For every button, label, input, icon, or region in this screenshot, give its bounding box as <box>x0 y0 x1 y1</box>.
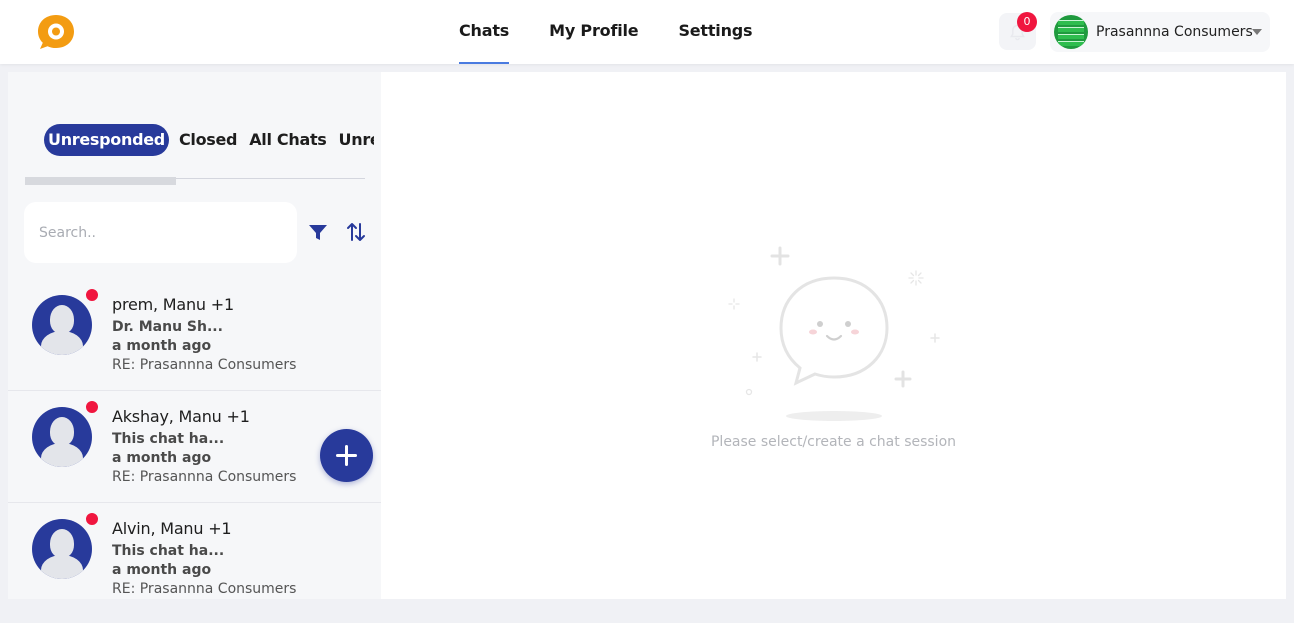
chat-subject: RE: Prasannna Consumers <box>112 469 297 485</box>
avatar <box>32 407 92 467</box>
tab-unresponded[interactable]: Unresponded <box>44 124 169 156</box>
chat-time: a month ago <box>112 562 212 578</box>
app-logo-icon[interactable] <box>36 13 76 51</box>
chat-list-item[interactable]: Alvin, Manu +1 This chat ha... a month a… <box>8 503 381 599</box>
nav-my-profile[interactable]: My Profile <box>549 0 639 64</box>
top-navigation-bar: Chats My Profile Settings 0 Prasannna Co… <box>0 0 1294 64</box>
new-chat-button[interactable] <box>320 429 373 482</box>
chat-filter-tabs: Unresponded Closed All Chats Unread <box>44 124 374 158</box>
chat-participants: prem, Manu +1 <box>112 295 234 314</box>
tab-unread[interactable]: Unread <box>339 124 374 156</box>
tabs-scrollbar[interactable] <box>25 177 176 185</box>
avatar <box>32 519 92 579</box>
unread-indicator <box>85 400 99 414</box>
chat-list-item[interactable]: prem, Manu +1 Dr. Manu Sh... a month ago… <box>8 279 381 391</box>
account-avatar <box>1054 15 1088 49</box>
chat-participants: Akshay, Manu +1 <box>112 407 250 426</box>
tab-closed[interactable]: Closed <box>179 124 238 156</box>
chat-subject: RE: Prasannna Consumers <box>112 581 297 597</box>
chat-time: a month ago <box>112 450 212 466</box>
unread-indicator <box>85 288 99 302</box>
filter-icon[interactable] <box>307 221 329 243</box>
sort-icon[interactable] <box>344 220 368 244</box>
notification-count-badge: 0 <box>1017 12 1037 32</box>
chat-preview: This chat ha... <box>112 543 225 559</box>
empty-chat-illustration <box>728 246 940 421</box>
search-input[interactable] <box>24 202 297 263</box>
chat-preview: This chat ha... <box>112 431 225 447</box>
chat-subject: RE: Prasannna Consumers <box>112 357 297 373</box>
account-switcher[interactable]: Prasannna Consumers <box>1050 12 1270 52</box>
empty-state-message: Please select/create a chat session <box>710 434 957 450</box>
notifications-button[interactable]: 0 <box>999 12 1037 50</box>
account-name: Prasannna Consumers <box>1096 24 1253 40</box>
unread-indicator <box>85 512 99 526</box>
chat-time: a month ago <box>112 338 212 354</box>
nav-chats[interactable]: Chats <box>459 0 509 64</box>
chat-participants: Alvin, Manu +1 <box>112 519 232 538</box>
chat-detail-panel: Please select/create a chat session <box>381 72 1286 599</box>
avatar <box>32 295 92 355</box>
nav-settings[interactable]: Settings <box>678 0 752 64</box>
chat-preview: Dr. Manu Sh... <box>112 319 223 335</box>
chat-list-panel: Unresponded Closed All Chats Unread prem, M… <box>8 72 381 599</box>
chevron-down-icon <box>1252 29 1262 35</box>
main-nav: Chats My Profile Settings <box>459 0 792 64</box>
tab-all-chats[interactable]: All Chats <box>249 124 327 156</box>
